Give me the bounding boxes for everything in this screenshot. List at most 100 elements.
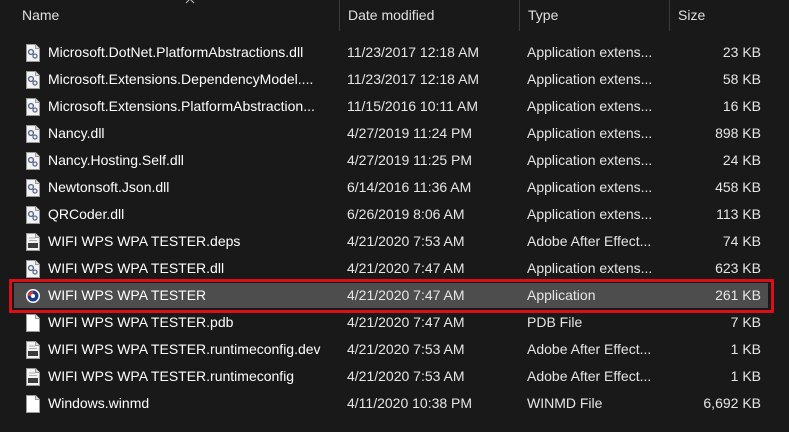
dll-gear-icon	[26, 260, 40, 278]
file-row-6[interactable]: Newtonsoft.Json.dll 6/14/2016 11:36 AM A…	[0, 174, 789, 201]
file-row-8[interactable]: WIFI WPS WPA TESTER.deps 4/21/2020 7:53 …	[0, 228, 789, 255]
file-row-14[interactable]: Windows.winmd 4/11/2020 10:38 PM WINMD F…	[0, 390, 789, 417]
file-icon-cell	[25, 147, 43, 174]
file-date-modified: 4/27/2019 11:25 PM	[347, 152, 473, 168]
file-size: 623 KB	[715, 260, 761, 276]
file-icon-cell	[25, 336, 43, 363]
file-icon-cell	[25, 309, 43, 336]
file-name[interactable]: WIFI WPS WPA TESTER.runtimeconfig.dev	[48, 336, 338, 363]
dll-gear-icon	[26, 71, 40, 89]
file-type: Application extens...	[527, 152, 653, 168]
file-name[interactable]: WIFI WPS WPA TESTER.runtimeconfig	[48, 363, 338, 390]
file-date-modified: 6/26/2019 8:06 AM	[347, 206, 465, 222]
dll-gear-icon	[26, 98, 40, 116]
file-name[interactable]: WIFI WPS WPA TESTER.dll	[48, 255, 338, 282]
file-size: 16 KB	[722, 98, 761, 114]
file-size: 113 KB	[716, 206, 761, 222]
file-icon-cell	[25, 390, 43, 417]
file-date-modified: 4/11/2020 10:38 PM	[347, 395, 473, 411]
file-size: 458 KB	[715, 179, 761, 195]
file-date-modified: 4/21/2020 7:53 AM	[347, 341, 465, 357]
highlight-box	[9, 279, 774, 313]
file-size: 58 KB	[722, 71, 761, 87]
column-header-size-label: Size	[678, 7, 706, 23]
file-icon-cell	[25, 201, 43, 228]
file-name[interactable]: Nancy.dll	[48, 120, 338, 147]
column-header-size[interactable]: Size	[669, 0, 789, 31]
column-header-type-label: Type	[528, 7, 559, 23]
file-name[interactable]: Newtonsoft.Json.dll	[48, 174, 338, 201]
file-name[interactable]: Microsoft.Extensions.PlatformAbstraction…	[48, 93, 338, 120]
file-explorer-list: Name Date modified Type Size Microsoft.D…	[0, 0, 789, 432]
column-header-type[interactable]: Type	[519, 0, 669, 31]
file-icon-cell	[25, 255, 43, 282]
file-name[interactable]: Microsoft.Extensions.DependencyModel....	[48, 66, 338, 93]
file-date-modified: 11/23/2017 12:18 AM	[347, 44, 480, 60]
file-row-13[interactable]: WIFI WPS WPA TESTER.runtimeconfig 4/21/2…	[0, 363, 789, 390]
file-type: Application extens...	[527, 179, 653, 195]
file-icon-cell	[25, 93, 43, 120]
file-icon-cell	[25, 120, 43, 147]
json-file-icon	[26, 368, 40, 386]
file-type: Application extens...	[527, 71, 653, 87]
file-row-3[interactable]: Microsoft.Extensions.PlatformAbstraction…	[0, 93, 789, 120]
blank-file-icon	[26, 314, 40, 332]
file-row-4[interactable]: Nancy.dll 4/27/2019 11:24 PM Application…	[0, 120, 789, 147]
blank-file-icon	[26, 395, 40, 413]
column-header-date-label: Date modified	[348, 7, 435, 23]
file-name[interactable]: WIFI WPS WPA TESTER.deps	[48, 228, 338, 255]
column-header-name[interactable]: Name	[14, 0, 339, 31]
file-type: Application extens...	[527, 260, 653, 276]
file-date-modified: 11/15/2016 10:11 AM	[347, 98, 479, 114]
file-icon-cell	[25, 363, 43, 390]
file-date-modified: 4/21/2020 7:47 AM	[347, 314, 465, 330]
file-name[interactable]: WIFI WPS WPA TESTER.pdb	[48, 309, 338, 336]
file-date-modified: 4/27/2019 11:24 PM	[347, 125, 473, 141]
file-name[interactable]: Microsoft.DotNet.PlatformAbstractions.dl…	[48, 39, 338, 66]
file-type: Application extens...	[527, 206, 653, 222]
file-date-modified: 6/14/2016 11:36 AM	[347, 179, 472, 195]
file-size: 898 KB	[715, 125, 761, 141]
file-type: PDB File	[527, 314, 583, 330]
dll-gear-icon	[26, 152, 40, 170]
file-type: WINMD File	[527, 395, 603, 411]
file-row-7[interactable]: QRCoder.dll 6/26/2019 8:06 AM Applicatio…	[0, 201, 789, 228]
file-type: Application extens...	[527, 98, 653, 114]
column-header-bar: Name Date modified Type Size	[0, 0, 789, 31]
file-size: 7 KB	[730, 314, 761, 330]
file-icon-cell	[25, 174, 43, 201]
file-icon-cell	[25, 66, 43, 93]
file-date-modified: 4/21/2020 7:53 AM	[347, 233, 465, 249]
file-row-9[interactable]: WIFI WPS WPA TESTER.dll 4/21/2020 7:47 A…	[0, 255, 789, 282]
file-icon-cell	[25, 39, 43, 66]
file-icon-cell	[25, 228, 43, 255]
file-row-12[interactable]: WIFI WPS WPA TESTER.runtimeconfig.dev 4/…	[0, 336, 789, 363]
column-header-date[interactable]: Date modified	[339, 0, 519, 31]
file-name[interactable]: Windows.winmd	[48, 390, 338, 417]
file-row-11[interactable]: WIFI WPS WPA TESTER.pdb 4/21/2020 7:47 A…	[0, 309, 789, 336]
dll-gear-icon	[26, 125, 40, 143]
file-date-modified: 4/21/2020 7:53 AM	[347, 368, 465, 384]
json-file-icon	[26, 233, 40, 251]
file-date-modified: 11/23/2017 12:18 AM	[347, 71, 480, 87]
file-size: 6,692 KB	[703, 395, 761, 411]
file-size: 24 KB	[722, 152, 761, 168]
file-row-1[interactable]: Microsoft.DotNet.PlatformAbstractions.dl…	[0, 39, 789, 66]
json-file-icon	[26, 341, 40, 359]
file-type: Application extens...	[527, 44, 653, 60]
file-name[interactable]: Nancy.Hosting.Self.dll	[48, 147, 338, 174]
file-type: Adobe After Effect...	[527, 233, 652, 249]
file-size: 74 KB	[722, 233, 761, 249]
file-size: 1 KB	[730, 341, 761, 357]
column-header-name-label: Name	[22, 7, 60, 23]
dll-gear-icon	[26, 179, 40, 197]
file-size: 23 KB	[722, 44, 761, 60]
file-row-10[interactable]: WIFI WPS WPA TESTER 4/21/2020 7:47 AM Ap…	[0, 279, 789, 313]
file-type: Application extens...	[527, 125, 653, 141]
file-list: Microsoft.DotNet.PlatformAbstractions.dl…	[0, 39, 789, 417]
file-row-2[interactable]: Microsoft.Extensions.DependencyModel....…	[0, 66, 789, 93]
file-row-5[interactable]: Nancy.Hosting.Self.dll 4/27/2019 11:25 P…	[0, 147, 789, 174]
dll-gear-icon	[26, 206, 40, 224]
file-name[interactable]: QRCoder.dll	[48, 201, 338, 228]
file-type: Adobe After Effect...	[527, 368, 652, 384]
